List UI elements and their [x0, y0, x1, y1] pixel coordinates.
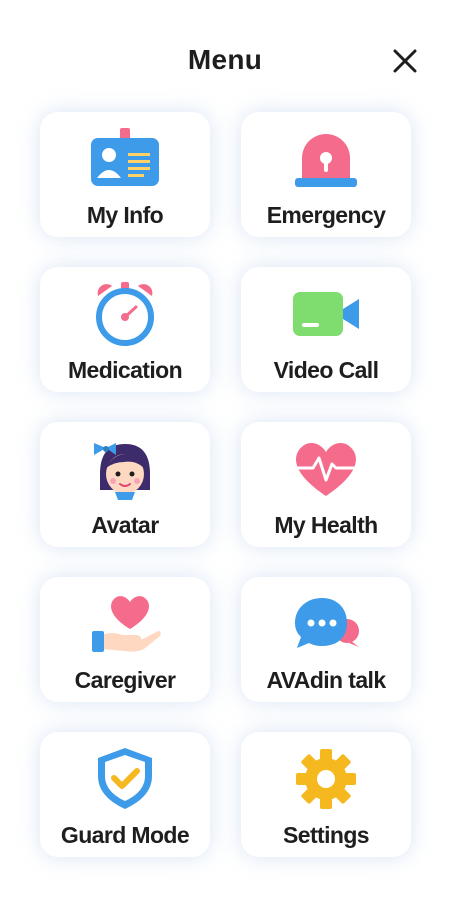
- girl-avatar-icon: [88, 434, 162, 502]
- gear-icon: [289, 744, 363, 812]
- menu-grid: My Info Emergency Medication Video Call …: [40, 112, 411, 857]
- menu-item-avadin-talk[interactable]: AVAdin talk: [241, 577, 411, 702]
- alarm-clock-icon: [88, 279, 162, 347]
- menu-item-label: Video Call: [273, 357, 379, 383]
- menu-item-label: Emergency: [266, 202, 386, 228]
- menu-item-label: My Info: [86, 202, 164, 228]
- video-camera-icon: [289, 279, 363, 347]
- menu-item-my-health[interactable]: My Health: [241, 422, 411, 547]
- menu-item-label: AVAdin talk: [266, 667, 386, 693]
- id-card-icon: [88, 124, 162, 192]
- menu-item-avatar[interactable]: Avatar: [40, 422, 210, 547]
- menu-item-video-call[interactable]: Video Call: [241, 267, 411, 392]
- close-button[interactable]: [388, 44, 422, 78]
- menu-item-guard-mode[interactable]: Guard Mode: [40, 732, 210, 857]
- menu-screen: Menu My Info Emergency Medication Video …: [0, 0, 450, 900]
- close-icon: [393, 49, 417, 73]
- menu-item-caregiver[interactable]: Caregiver: [40, 577, 210, 702]
- menu-item-label: Avatar: [91, 512, 159, 538]
- menu-item-medication[interactable]: Medication: [40, 267, 210, 392]
- heart-pulse-icon: [289, 434, 363, 502]
- page-title: Menu: [187, 44, 263, 75]
- menu-item-label: Settings: [283, 822, 370, 848]
- menu-item-my-info[interactable]: My Info: [40, 112, 210, 237]
- heart-hand-icon: [88, 589, 162, 657]
- menu-item-label: My Health: [274, 512, 378, 538]
- menu-item-label: Medication: [67, 357, 183, 383]
- menu-item-emergency[interactable]: Emergency: [241, 112, 411, 237]
- menu-item-settings[interactable]: Settings: [241, 732, 411, 857]
- siren-icon: [289, 124, 363, 192]
- chat-bubble-icon: [289, 589, 363, 657]
- shield-check-icon: [88, 744, 162, 812]
- menu-item-label: Caregiver: [74, 667, 176, 693]
- menu-item-label: Guard Mode: [60, 822, 190, 848]
